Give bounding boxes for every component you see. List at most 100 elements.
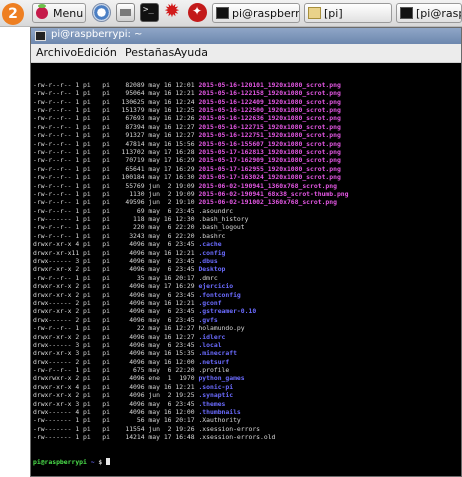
row-details: 2 pi pi 4096 may 16 12:00 — [71, 357, 199, 366]
taskbar-task-terminal-2[interactable]: [pi@raspbe — [396, 3, 462, 23]
menu-pestanas[interactable]: Pestañas — [125, 46, 174, 59]
row-details: 1 pi pi 130625 may 16 12:24 — [71, 97, 199, 106]
menu-edicion[interactable]: Edición — [77, 46, 117, 59]
listing-row: drwx------ 2 pi pi 4096 may 16 12:21 .gc… — [33, 299, 461, 307]
row-permissions: drwxr-xr-x — [33, 307, 72, 316]
step-number-badge: 2 — [2, 3, 24, 25]
listing-row: -rw-r--r-- 1 pi pi 49596 jun 2 19:10 201… — [33, 198, 461, 206]
row-details: 1 pi pi 22 may 16 12:27 — [71, 324, 199, 333]
folder-icon — [308, 7, 321, 19]
row-filename: 2015-05-16-155607_1920x1080_scrot.png — [198, 139, 341, 148]
row-permissions: drwxr-xr-x — [33, 391, 72, 400]
row-filename: 2015-05-17-163024_1920x1080_scrot.png — [198, 173, 341, 182]
taskbar-task-file-manager[interactable]: [pi] — [304, 3, 392, 23]
listing-row: -rw-r--r-- 1 pi pi 69 may 6 23:45 .asoun… — [33, 207, 461, 215]
terminal-icon — [35, 31, 46, 41]
task-label: [pi@raspbe — [416, 7, 461, 20]
row-filename: .fontconfig — [198, 290, 241, 299]
listing-row: drwx------ 2 pi pi 4096 may 16 12:00 .ne… — [33, 358, 461, 366]
window-titlebar[interactable]: pi@raspberrypi: ~ — [31, 28, 461, 44]
listing-row: -rw------- 1 pi pi 14214 may 17 16:48 .x… — [33, 433, 461, 441]
menu-archivo[interactable]: Archivo — [36, 46, 77, 59]
row-permissions: -rw-r--r-- — [33, 131, 72, 140]
listing-row: -rw-r--r-- 1 pi pi 151379 may 16 12:25 2… — [33, 106, 461, 114]
row-details: 11 pi pi 4096 may 16 12:21 — [71, 248, 199, 257]
row-details: 1 pi pi 100184 may 17 16:30 — [71, 173, 199, 182]
row-details: 1 pi pi 14214 may 17 16:48 — [71, 433, 199, 442]
row-details: 1 pi pi 3243 may 6 22:20 — [71, 231, 199, 240]
row-details: 2 pi pi 4096 may 16 12:27 — [71, 332, 199, 341]
terminal-icon — [216, 7, 229, 19]
row-details: 1 pi pi 675 may 6 22:20 — [71, 366, 199, 375]
row-permissions: drwx------ — [33, 315, 72, 324]
row-permissions: -rw-r--r-- — [33, 156, 72, 165]
row-permissions: -rw------- — [33, 424, 72, 433]
listing-row: drwxr-xr-x 3 pi pi 4096 may 16 15:35 .mi… — [33, 349, 461, 357]
row-permissions: -rw-r--r-- — [33, 89, 72, 98]
row-filename: .Xauthority — [198, 416, 241, 425]
row-details: 1 pi pi 95064 may 16 12:21 — [71, 89, 199, 98]
row-permissions: -rw-r--r-- — [33, 366, 72, 375]
menu-button[interactable]: Menu — [32, 3, 86, 23]
row-filename: .idlerc — [198, 332, 226, 341]
file-listing: -rw-r--r-- 1 pi pi 82089 may 16 12:01 20… — [33, 81, 461, 442]
menu-ayuda[interactable]: Ayuda — [174, 46, 208, 59]
row-permissions: -rw-r--r-- — [33, 189, 72, 198]
taskbar-task-terminal[interactable]: pi@raspberry... — [212, 3, 300, 23]
row-permissions: -rw-r--r-- — [33, 97, 72, 106]
row-details: 4 pi pi 4096 may 6 23:45 — [71, 240, 199, 249]
row-permissions: -rw------- — [33, 416, 72, 425]
file-manager-icon[interactable] — [116, 3, 135, 22]
listing-row: -rw-r--r-- 1 pi pi 220 may 6 22:20 .bash… — [33, 223, 461, 231]
row-details: 2 pi pi 4096 may 6 23:45 — [71, 290, 199, 299]
row-permissions: drwxr-xr-x — [33, 240, 72, 249]
listing-row: drwxr-xr-x 2 pi pi 4096 may 6 23:45 Desk… — [33, 265, 461, 273]
taskbar: Menu pi@raspberry... [pi] [pi@raspbe — [0, 0, 462, 27]
web-browser-icon[interactable] — [92, 3, 111, 22]
row-permissions: drwxr-xr-x — [33, 332, 72, 341]
shell-prompt[interactable]: pi@raspberrypi ~ $ — [33, 458, 461, 467]
row-filename: .netsurf — [198, 357, 230, 366]
row-details: 3 pi pi 4096 may 16 15:35 — [71, 349, 199, 358]
listing-row: drwxr-xr-x 3 pi pi 4096 may 6 23:45 .the… — [33, 400, 461, 408]
row-details: 3 pi pi 4096 may 6 23:45 — [71, 340, 199, 349]
listing-row: drwx------ 3 pi pi 4096 may 6 23:45 .dbu… — [33, 257, 461, 265]
row-permissions: -rw-r--r-- — [33, 223, 72, 232]
terminal-output[interactable]: -rw-r--r-- 1 pi pi 82089 may 16 12:01 20… — [33, 64, 461, 474]
listing-row: drwxr-xr-x 2 pi pi 4096 may 16 12:27 .id… — [33, 333, 461, 341]
row-permissions: -rw-r--r-- — [33, 206, 72, 215]
row-permissions: -rw------- — [33, 433, 72, 442]
row-details: 1 pi pi 82089 may 16 12:01 — [71, 80, 199, 89]
row-details: 1 pi pi 220 may 6 22:20 — [71, 223, 199, 232]
mathematica-icon[interactable] — [164, 0, 183, 22]
listing-row: drwx------ 2 pi pi 4096 may 6 23:45 .gvf… — [33, 316, 461, 324]
listing-row: -rw------- 1 pi pi 118 may 16 12:30 .bas… — [33, 215, 461, 223]
row-permissions: -rw-r--r-- — [33, 198, 72, 207]
row-details: 1 pi pi 47814 may 16 15:56 — [71, 139, 199, 148]
listing-row: drwx------ 3 pi pi 4096 may 6 23:45 .loc… — [33, 341, 461, 349]
listing-row: drwxr-xr-x 4 pi pi 4096 may 6 23:45 .cac… — [33, 240, 461, 248]
row-permissions: drwx------ — [33, 408, 72, 417]
listing-row: -rw-r--r-- 1 pi pi 55769 jun 2 19:09 201… — [33, 182, 461, 190]
listing-row: -rw-r--r-- 1 pi pi 1130 jun 2 19:09 2015… — [33, 190, 461, 198]
row-details: 4 pi pi 4096 may 16 12:00 — [71, 408, 199, 417]
row-filename: .gstreamer-0.10 — [198, 307, 257, 316]
row-details: 1 pi pi 87394 may 16 12:27 — [71, 122, 199, 131]
row-permissions: -rw-r--r-- — [33, 273, 72, 282]
terminal-icon[interactable] — [140, 3, 159, 22]
row-details: 1 pi pi 69 may 6 23:45 — [71, 206, 199, 215]
row-permissions: -rw-r--r-- — [33, 181, 72, 190]
row-filename: 2015-06-02-190941_1360x768_scrot.png — [198, 181, 337, 190]
row-permissions: -rw-r--r-- — [33, 105, 72, 114]
row-details: 1 pi pi 91327 may 16 12:27 — [71, 131, 199, 140]
row-details: 2 pi pi 4096 may 16 12:21 — [71, 298, 199, 307]
listing-row: drwxrwxr-x 2 pi pi 4096 ene 1 1970 pytho… — [33, 374, 461, 382]
wolfram-icon[interactable] — [188, 3, 207, 22]
listing-row: drwxr-xr-x11 pi pi 4096 may 16 12:21 .co… — [33, 249, 461, 257]
row-permissions: -rw-r--r-- — [33, 139, 72, 148]
row-details: 1 pi pi 49596 jun 2 19:10 — [71, 198, 199, 207]
row-details: 3 pi pi 4096 may 6 23:45 — [71, 399, 199, 408]
listing-row: -rw-r--r-- 1 pi pi 100184 may 17 16:30 2… — [33, 173, 461, 181]
listing-row: -rw-r--r-- 1 pi pi 130625 may 16 12:24 2… — [33, 98, 461, 106]
row-permissions: -rw------- — [33, 215, 72, 224]
